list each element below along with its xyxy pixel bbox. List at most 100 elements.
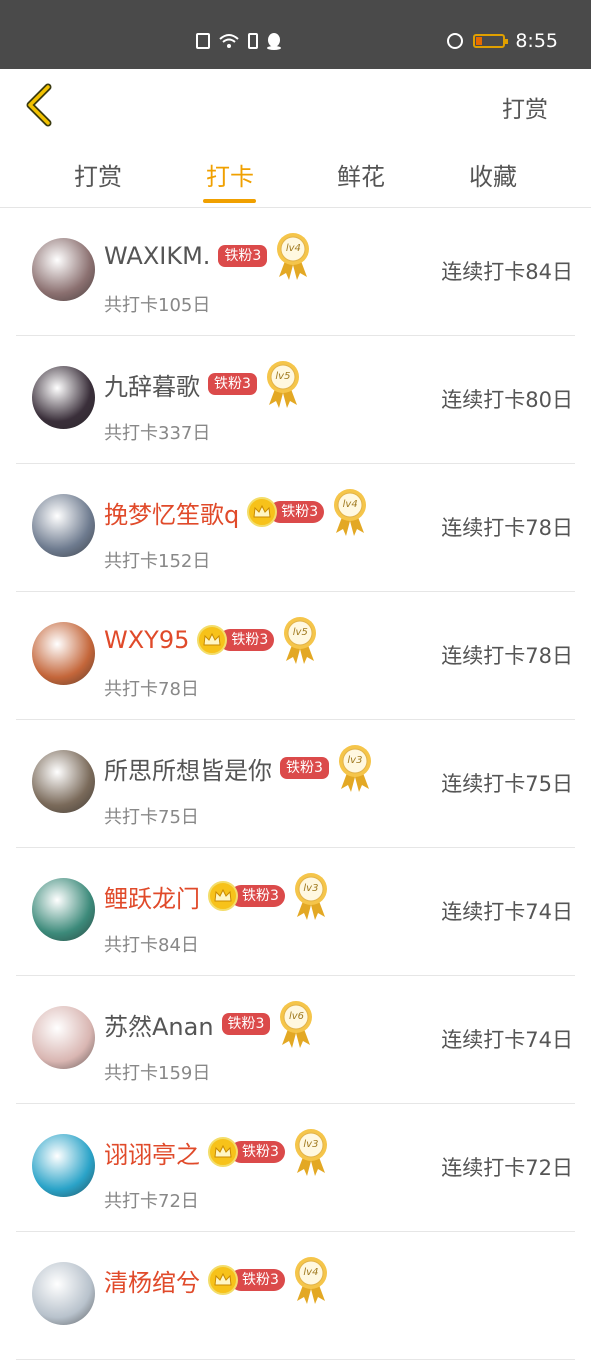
status-time: 8:55 [515, 30, 558, 52]
tab-checkin[interactable]: 打卡 [180, 157, 280, 192]
avatar[interactable] [32, 1262, 95, 1325]
fan-badge-group: 铁粉3 [218, 245, 268, 267]
name-line: WXY95 铁粉3 lv5 [104, 617, 318, 664]
user-name[interactable]: WAXIKM. [104, 242, 210, 270]
list-item[interactable]: 清杨绾兮 铁粉3 lv4 [16, 1232, 575, 1360]
status-icons [196, 32, 282, 50]
avatar[interactable] [32, 494, 95, 557]
fan-badge: 铁粉3 [230, 885, 285, 907]
level-medal-icon: lv4 [293, 1255, 329, 1305]
name-line: 所思所想皆是你 铁粉3 lv3 [104, 745, 373, 792]
tab-flowers[interactable]: 鲜花 [311, 157, 411, 192]
fan-badge-group: 铁粉3 [221, 1013, 271, 1035]
alarm-icon [447, 33, 464, 49]
user-name[interactable]: 苏然Anan [104, 1007, 214, 1042]
crown-icon [208, 1137, 238, 1167]
streak-days: 连续打卡84日 [441, 260, 573, 284]
level-label: lv3 [303, 1139, 319, 1150]
fan-badge-group: 铁粉3 [208, 1137, 285, 1167]
level-medal-icon: lv6 [278, 999, 314, 1049]
avatar[interactable] [32, 1134, 95, 1197]
list-item[interactable]: WAXIKM. 铁粉3 lv4 共打卡105日 连续打卡84日 [16, 208, 575, 336]
fan-badge-group: 铁粉3 [280, 757, 329, 779]
level-label: lv3 [347, 755, 363, 766]
tab-active-indicator [203, 199, 256, 203]
checkin-list: WAXIKM. 铁粉3 lv4 共打卡105日 连续打卡84日 九辞暮歌 铁粉3… [0, 208, 591, 1360]
fan-badge-group: 铁粉3 [208, 373, 257, 395]
streak-days: 连续打卡78日 [441, 644, 573, 668]
level-label: lv4 [342, 499, 358, 510]
crown-icon [208, 1265, 238, 1295]
user-name[interactable]: 挽梦忆笙歌q [104, 495, 239, 530]
list-item[interactable]: 诩诩亭之 铁粉3 lv3 共打卡72日 连续打卡72日 [16, 1104, 575, 1232]
level-medal-icon: lv4 [275, 231, 311, 281]
fan-badge: 铁粉3 [230, 1141, 285, 1163]
sim-alert-icon [196, 33, 210, 49]
level-label: lv4 [285, 243, 301, 254]
list-item[interactable]: 挽梦忆笙歌q 铁粉3 lv4 共打卡152日 连续打卡78日 [16, 464, 575, 592]
total-checkins: 共打卡72日 [104, 1191, 199, 1212]
total-checkins: 共打卡78日 [104, 679, 199, 700]
user-name[interactable]: WXY95 [104, 626, 189, 654]
streak-days: 连续打卡74日 [441, 900, 573, 924]
level-label: lv5 [275, 371, 291, 382]
list-item[interactable]: 所思所想皆是你 铁粉3 lv3 共打卡75日 连续打卡75日 [16, 720, 575, 848]
battery-icon [473, 34, 509, 48]
user-name[interactable]: 清杨绾兮 [104, 1263, 200, 1298]
user-name[interactable]: 诩诩亭之 [104, 1135, 200, 1170]
level-label: lv6 [288, 1011, 304, 1022]
total-checkins: 共打卡152日 [104, 551, 211, 572]
fan-badge-group: 铁粉3 [208, 881, 285, 911]
name-line: 诩诩亭之 铁粉3 lv3 [104, 1129, 329, 1176]
name-line: 清杨绾兮 铁粉3 lv4 [104, 1257, 329, 1304]
back-icon[interactable] [22, 83, 58, 127]
tab-favorites[interactable]: 收藏 [443, 157, 543, 192]
tab-bar: 打赏 打卡 鲜花 收藏 [0, 141, 591, 208]
streak-days: 连续打卡72日 [441, 1156, 573, 1180]
crown-icon [208, 881, 238, 911]
list-item[interactable]: 鲤跃龙门 铁粉3 lv3 共打卡84日 连续打卡74日 [16, 848, 575, 976]
level-medal-icon: lv3 [293, 871, 329, 921]
streak-days: 连续打卡80日 [441, 388, 573, 412]
level-medal-icon: lv3 [293, 1127, 329, 1177]
wifi-icon [219, 34, 239, 48]
level-medal-icon: lv5 [282, 615, 318, 665]
battery-small-icon [248, 33, 258, 49]
level-label: lv4 [303, 1267, 319, 1278]
user-name[interactable]: 鲤跃龙门 [104, 879, 200, 914]
header: 打赏 [0, 69, 591, 141]
user-name[interactable]: 九辞暮歌 [104, 367, 200, 402]
fan-badge: 铁粉3 [230, 1269, 285, 1291]
header-title[interactable]: 打赏 [502, 90, 548, 124]
avatar[interactable] [32, 622, 95, 685]
level-medal-icon: lv4 [332, 487, 368, 537]
list-item[interactable]: 九辞暮歌 铁粉3 lv5 共打卡337日 连续打卡80日 [16, 336, 575, 464]
total-checkins: 共打卡159日 [104, 1063, 211, 1084]
streak-days: 连续打卡75日 [441, 772, 573, 796]
avatar[interactable] [32, 750, 95, 813]
list-item[interactable]: 苏然Anan 铁粉3 lv6 共打卡159日 连续打卡74日 [16, 976, 575, 1104]
fan-badge: 铁粉3 [221, 1013, 271, 1035]
qq-icon [267, 33, 281, 50]
name-line: 挽梦忆笙歌q 铁粉3 lv4 [104, 489, 368, 536]
streak-days: 连续打卡74日 [441, 1028, 573, 1052]
total-checkins: 共打卡84日 [104, 935, 199, 956]
tab-reward[interactable]: 打赏 [48, 157, 148, 192]
fan-badge: 铁粉3 [218, 245, 268, 267]
total-checkins: 共打卡337日 [104, 423, 211, 444]
list-item[interactable]: WXY95 铁粉3 lv5 共打卡78日 连续打卡78日 [16, 592, 575, 720]
avatar[interactable] [32, 878, 95, 941]
level-medal-icon: lv5 [265, 359, 301, 409]
total-checkins: 共打卡105日 [104, 295, 211, 316]
fan-badge: 铁粉3 [208, 373, 257, 395]
crown-icon [197, 625, 228, 655]
avatar[interactable] [32, 238, 95, 301]
fan-badge: 铁粉3 [219, 629, 275, 651]
avatar[interactable] [32, 366, 95, 429]
user-name[interactable]: 所思所想皆是你 [104, 751, 272, 786]
name-line: 苏然Anan 铁粉3 lv6 [104, 1001, 314, 1048]
fan-badge-group: 铁粉3 [247, 497, 325, 527]
fan-badge-group: 铁粉3 [197, 625, 275, 655]
level-medal-icon: lv3 [337, 743, 373, 793]
avatar[interactable] [32, 1006, 95, 1069]
